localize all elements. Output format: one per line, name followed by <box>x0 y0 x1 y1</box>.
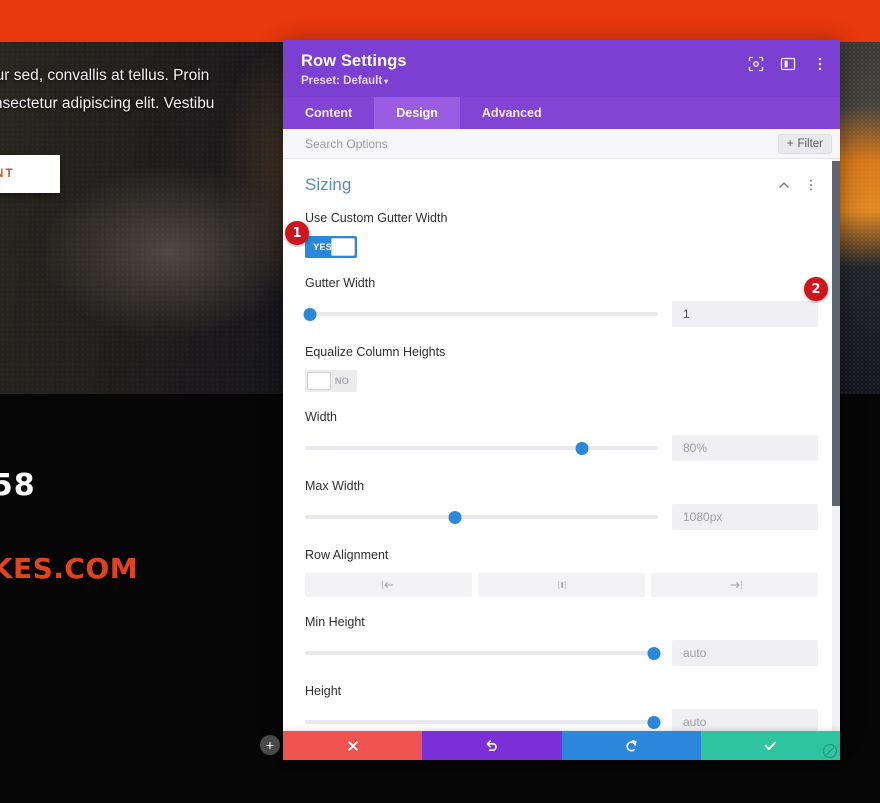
input-gutter-width[interactable]: 1 <box>672 301 818 327</box>
field-row-alignment: Row Alignment <box>305 548 818 597</box>
align-left-icon <box>381 580 394 590</box>
toggle-knob <box>307 372 331 390</box>
slider-track <box>305 720 658 724</box>
modal-title: Row Settings <box>301 52 407 70</box>
tab-content[interactable]: Content <box>283 97 374 129</box>
callout-badge-2: 2 <box>804 277 828 301</box>
input-max-width[interactable]: 1080px <box>672 504 818 530</box>
slider-height[interactable] <box>305 713 661 731</box>
modal-action-bar <box>283 731 840 760</box>
toggle-state-label: YES <box>313 242 333 253</box>
tab-design[interactable]: Design <box>374 97 460 129</box>
sizing-section-header: Sizing <box>305 175 818 195</box>
align-right-icon <box>729 580 742 590</box>
modal-header-actions <box>748 56 828 72</box>
search-input[interactable] <box>305 136 778 151</box>
slider-max-width[interactable] <box>305 508 658 526</box>
callout-badge-1: 1 <box>285 221 309 245</box>
modal-tabs: Content Design Advanced <box>283 97 840 129</box>
preset-label: Preset: Default <box>301 75 383 87</box>
hero-photo-right-edge <box>836 42 880 394</box>
slider-handle[interactable] <box>448 511 462 524</box>
resize-handle-icon[interactable] <box>822 743 838 759</box>
domain-text: BIKES.COM <box>0 552 139 585</box>
align-right-button[interactable] <box>651 573 818 597</box>
field-width: Width 80% <box>305 410 818 461</box>
input-min-height[interactable]: auto <box>672 640 818 666</box>
hero-cta-button[interactable]: MENT <box>0 155 60 193</box>
slider-handle[interactable] <box>575 442 589 455</box>
slider-min-height[interactable] <box>305 644 661 662</box>
slider-handle[interactable] <box>303 308 317 321</box>
filter-button[interactable]: + Filter <box>777 133 832 154</box>
row-settings-modal: Row Settings Preset: Default ▾ Content De… <box>283 40 840 733</box>
modal-header: Row Settings Preset: Default ▾ <box>283 40 840 97</box>
slider-track <box>305 515 658 519</box>
align-left-button[interactable] <box>305 573 472 597</box>
slider-gutter-width[interactable] <box>303 305 658 323</box>
check-icon <box>764 741 777 751</box>
phone-number-text: 258 <box>0 468 36 503</box>
toggle-use-custom-gutter-width[interactable]: YES <box>305 236 357 258</box>
undo-icon <box>486 740 498 751</box>
slider-handle[interactable] <box>647 647 661 660</box>
slider-handle[interactable] <box>647 716 661 729</box>
chevron-up-icon[interactable] <box>777 178 791 192</box>
section-more-options-icon[interactable] <box>804 178 818 192</box>
slider-track <box>305 312 658 316</box>
label-max-width: Max Width <box>305 479 365 493</box>
label-use-custom-gutter-width: Use Custom Gutter Width <box>305 211 448 225</box>
filter-label: Filter <box>797 137 823 150</box>
split-view-icon[interactable] <box>780 56 796 72</box>
redo-button[interactable] <box>561 731 701 760</box>
label-equalize-column-heights: Equalize Column Heights <box>305 345 446 359</box>
site-top-bar <box>0 0 880 42</box>
chevron-down-icon: ▾ <box>384 77 389 86</box>
slider-width[interactable] <box>305 439 658 457</box>
undo-button[interactable] <box>422 731 562 760</box>
cancel-button[interactable] <box>283 731 423 760</box>
field-equalize-column-heights: Equalize Column Heights NO <box>305 345 818 392</box>
toggle-knob <box>331 238 355 256</box>
label-width: Width <box>305 410 337 424</box>
plus-icon: + <box>786 137 794 150</box>
scrollbar-thumb[interactable] <box>832 161 840 506</box>
label-min-height: Min Height <box>305 615 365 629</box>
label-row-alignment: Row Alignment <box>305 548 389 562</box>
slider-track <box>305 651 658 655</box>
field-use-custom-gutter-width: Use Custom Gutter Width YES <box>305 211 818 258</box>
input-width[interactable]: 80% <box>672 435 818 461</box>
preset-selector[interactable]: Preset: Default ▾ <box>301 75 824 87</box>
field-height: Height auto <box>305 684 818 733</box>
hero-cta-label: MENT <box>0 168 15 180</box>
close-icon <box>347 740 358 751</box>
align-center-button[interactable] <box>478 573 645 597</box>
save-button[interactable] <box>700 731 840 760</box>
field-min-height: Min Height auto <box>305 615 818 666</box>
field-gutter-width: Gutter Width 1 <box>303 276 818 327</box>
tab-advanced[interactable]: Advanced <box>460 97 564 129</box>
add-element-button[interactable]: + <box>260 735 280 755</box>
focus-target-icon[interactable] <box>748 56 764 72</box>
label-gutter-width: Gutter Width <box>305 276 376 290</box>
toggle-equalize-column-heights[interactable]: NO <box>305 370 357 392</box>
redo-icon <box>625 740 637 752</box>
input-height[interactable]: auto <box>672 709 818 733</box>
modal-scrollbar[interactable] <box>832 159 840 733</box>
modal-body: Sizing Use Custom Gutter Width YES Gutte… <box>283 159 840 733</box>
align-center-icon <box>557 580 566 590</box>
search-options-bar: + Filter <box>283 129 840 159</box>
hero-paragraph: acinia eget consectetur sed, convallis a… <box>0 67 215 112</box>
toggle-state-label: NO <box>334 376 349 387</box>
label-height: Height <box>305 684 342 698</box>
field-max-width: Max Width 1080px <box>305 479 818 530</box>
section-title: Sizing <box>305 175 352 194</box>
slider-track <box>305 446 658 450</box>
more-options-icon[interactable] <box>812 56 828 72</box>
